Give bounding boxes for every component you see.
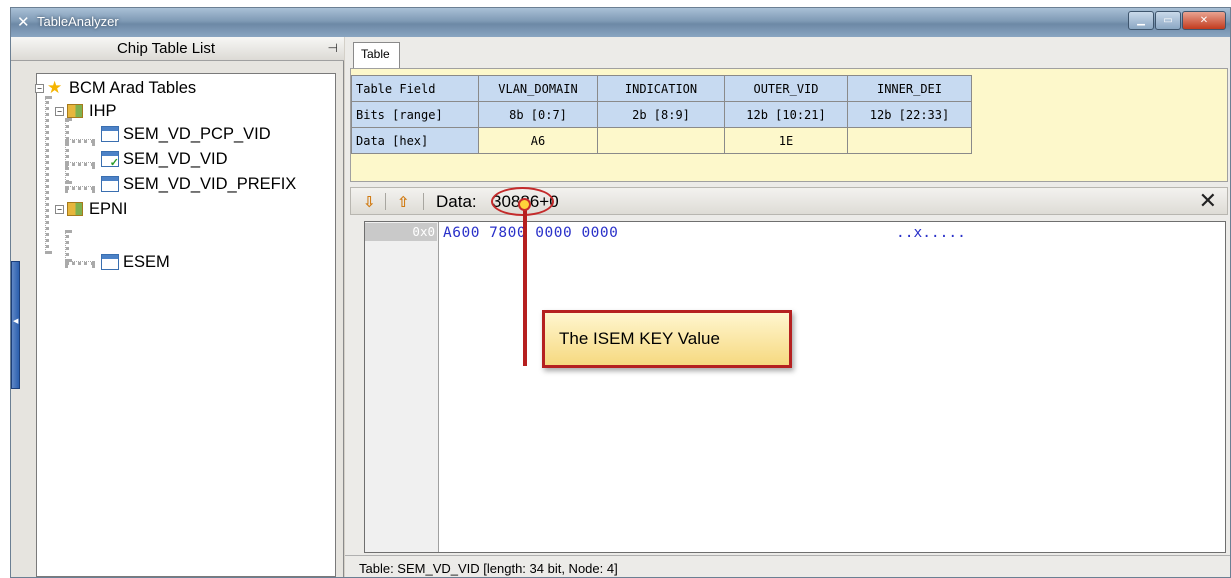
chevron-left-icon: ◀ [13, 317, 19, 325]
window-title: TableAnalyzer [37, 14, 119, 29]
data-label: Data: [436, 192, 477, 211]
status-bar: Table: SEM_VD_VID [length: 34 bit, Node:… [345, 555, 1230, 577]
bits-cell: 12b [10:21] [724, 101, 848, 128]
tree-connector [65, 186, 95, 190]
table-row: Data [hex] A6 1E [351, 127, 972, 154]
data-cell[interactable] [847, 127, 972, 154]
window-controls: ▁ ▭ ✕ [1127, 11, 1226, 30]
collapse-icon[interactable]: − [35, 83, 44, 93]
data-cell[interactable]: 1E [724, 127, 848, 154]
hex-bytes[interactable]: A600 7800 0000 0000 [443, 225, 618, 241]
tree-item-bcm-arad-tables[interactable]: − ★ BCM Arad Tables [35, 77, 196, 99]
tree-item-label: BCM Arad Tables [69, 78, 197, 97]
tree-item-esem[interactable]: ESEM [101, 251, 170, 273]
callout-pointer-dot [518, 198, 531, 211]
tree-connector [65, 118, 69, 184]
hex-view[interactable]: 0x0 A600 7800 0000 0000 ..x..... [364, 221, 1226, 553]
offset-gutter: 0x0 [365, 222, 439, 552]
folder-icon [67, 104, 83, 118]
table-icon [101, 254, 119, 270]
collapse-icon[interactable]: − [55, 204, 64, 214]
tree-item-label: SEM_VD_PCP_VID [123, 124, 271, 143]
tree-item-sem-vd-vid[interactable]: SEM_VD_VID [101, 148, 228, 170]
row-header: Bits [range] [351, 101, 479, 128]
close-x-icon[interactable]: ✕ [1199, 189, 1217, 214]
field-name-cell[interactable]: INDICATION [597, 75, 725, 102]
field-name-cell[interactable]: VLAN_DOMAIN [478, 75, 598, 102]
toolbar-separator [423, 193, 424, 210]
ascii-bytes: ..x..... [896, 225, 966, 241]
table-tree: − ★ BCM Arad Tables − IHP SEM_VD_PCP_VID… [35, 73, 336, 577]
title-bar[interactable]: ✕ TableAnalyzer ▁ ▭ ✕ [11, 8, 1230, 37]
folder-icon [67, 202, 83, 216]
tree-connector [65, 162, 95, 166]
table-icon [101, 176, 119, 192]
row-header: Data [hex] [351, 127, 479, 154]
tree-item-label: EPNI [89, 199, 128, 218]
tree-item-label: SEM_VD_VID_PREFIX [123, 174, 297, 193]
pin-icon[interactable]: ⊣ [328, 41, 338, 55]
minimize-button[interactable]: ▁ [1128, 11, 1154, 30]
panel-title: Chip Table List [116, 40, 216, 57]
tree-connector [65, 230, 69, 262]
sort-down-icon[interactable]: ⇩ [363, 193, 376, 211]
tree-item-ihp[interactable]: − IHP [55, 100, 117, 122]
field-name-cell[interactable]: INNER_DEI [847, 75, 972, 102]
toolbar-separator [385, 193, 386, 210]
bits-cell: 2b [8:9] [597, 101, 725, 128]
tree-item-sem-vd-pcp-vid[interactable]: SEM_VD_PCP_VID [101, 123, 271, 145]
annotation-callout: The ISEM KEY Value [542, 310, 792, 368]
tree-item-label: ESEM [123, 252, 170, 271]
data-cell[interactable] [597, 127, 725, 154]
offset-label: 0x0 [365, 223, 437, 241]
sort-up-icon[interactable]: ⇧ [397, 193, 410, 211]
data-cell[interactable]: A6 [478, 127, 598, 154]
tree-item-sem-vd-vid-prefix[interactable]: SEM_VD_VID_PREFIX [101, 173, 296, 195]
bits-cell: 8b [0:7] [478, 101, 598, 128]
table-selected-icon [101, 151, 119, 169]
x-logo-icon: ✕ [17, 13, 30, 31]
collapse-icon[interactable]: − [55, 106, 64, 116]
tree-item-label: IHP [89, 101, 117, 120]
tree-item-epni[interactable]: − EPNI [55, 198, 128, 220]
status-text: Table: SEM_VD_VID [length: 34 bit, Node:… [359, 561, 618, 576]
tree-connector [65, 261, 95, 265]
table-row: Bits [range] 8b [0:7] 2b [8:9] 12b [10:2… [351, 101, 972, 128]
app-window: ✕ TableAnalyzer ▁ ▭ ✕ Chip Table List ⊣ … [10, 7, 1231, 578]
field-name-cell[interactable]: OUTER_VID [724, 75, 848, 102]
callout-pointer-line [523, 203, 527, 366]
table-icon [101, 126, 119, 142]
tab-table[interactable]: Table [353, 42, 400, 68]
star-icon: ★ [47, 78, 63, 97]
maximize-button[interactable]: ▭ [1155, 11, 1181, 30]
panel-header: Chip Table List ⊣ [11, 37, 344, 61]
tree-item-label: SEM_VD_VID [123, 149, 228, 168]
collapse-handle[interactable]: ◀ [11, 261, 20, 389]
tree-connector [65, 139, 95, 143]
field-table-area: Table Field VLAN_DOMAIN INDICATION OUTER… [350, 68, 1228, 182]
bits-cell: 12b [22:33] [847, 101, 972, 128]
chip-table-list-panel: Chip Table List ⊣ ◀ − ★ BCM Arad Tables … [11, 37, 344, 577]
annotation-text: The ISEM KEY Value [559, 329, 720, 348]
table-panel: Table Table Field VLAN_DOMAIN INDICATION… [345, 37, 1230, 577]
row-header: Table Field [351, 75, 479, 102]
data-toolbar: ⇩ ⇧ Data: 30886+0 ✕ [350, 187, 1228, 216]
table-row: Table Field VLAN_DOMAIN INDICATION OUTER… [351, 75, 972, 102]
close-button[interactable]: ✕ [1182, 11, 1226, 30]
tree-connector [45, 96, 49, 254]
field-table: Table Field VLAN_DOMAIN INDICATION OUTER… [351, 75, 972, 154]
